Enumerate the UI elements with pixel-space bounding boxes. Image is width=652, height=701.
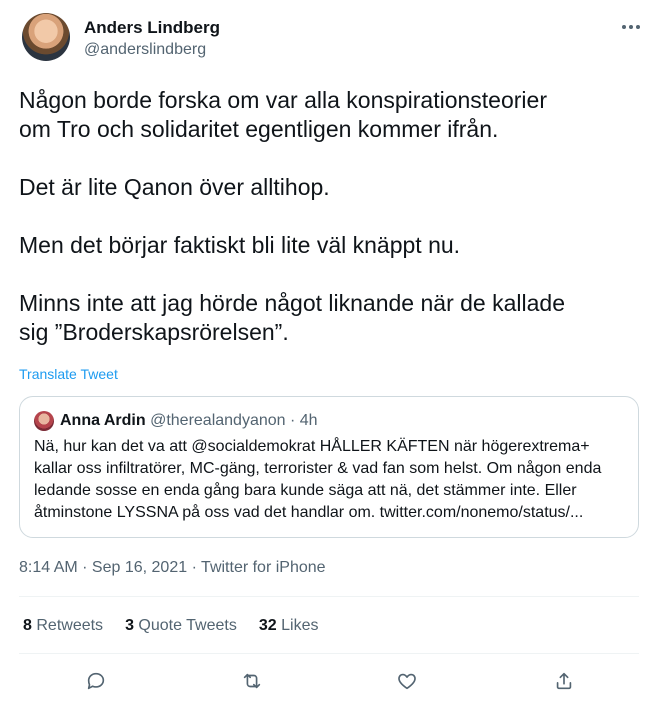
action-bar xyxy=(0,664,652,700)
engagement-stats: 8 Retweets 3 Quote Tweets 32 Likes xyxy=(23,617,318,635)
quoted-tweet[interactable]: Anna Ardin @therealandyanon · 4h Nä, hur… xyxy=(19,396,639,538)
reply-icon xyxy=(87,672,105,690)
quoted-text: Nä, hur kan det va att @socialdemokrat H… xyxy=(34,438,602,521)
quoted-author-handle[interactable]: @therealandyanon xyxy=(150,412,285,429)
divider xyxy=(19,596,639,597)
retweets-count: 8 xyxy=(23,617,32,634)
more-options-button[interactable] xyxy=(618,16,644,38)
retweets-label: Retweets xyxy=(36,617,104,634)
retweet-button[interactable] xyxy=(235,664,269,698)
like-button[interactable] xyxy=(390,664,424,698)
more-horizontal-icon xyxy=(622,25,640,29)
tweet-text: Någon borde forska om var alla konspirat… xyxy=(19,87,565,345)
likes-count: 32 xyxy=(258,617,277,634)
translate-tweet-link[interactable]: Translate Tweet xyxy=(19,366,118,382)
author-name[interactable]: Anders Lindberg xyxy=(84,18,220,38)
likes-label: Likes xyxy=(281,617,319,634)
quote-tweets-count: 3 xyxy=(125,617,134,634)
retweets-stat[interactable]: 8 Retweets xyxy=(23,617,103,635)
quoted-avatar[interactable] xyxy=(34,411,54,431)
quote-tweets-label: Quote Tweets xyxy=(138,617,237,634)
quoted-header: Anna Ardin @therealandyanon · 4h xyxy=(60,412,318,430)
likes-stat[interactable]: 32 Likes xyxy=(259,617,319,635)
share-button[interactable] xyxy=(547,664,581,698)
quoted-time[interactable]: 4h xyxy=(300,412,318,429)
like-icon xyxy=(398,673,416,690)
divider xyxy=(19,653,639,654)
tweet-timestamp[interactable]: 8:14 AM · Sep 16, 2021 · Twitter for iPh… xyxy=(19,559,326,577)
reply-button[interactable] xyxy=(79,664,113,698)
retweet-icon xyxy=(243,673,261,689)
quoted-separator: · xyxy=(289,412,296,429)
quote-tweets-stat[interactable]: 3 Quote Tweets xyxy=(125,617,237,635)
author-handle[interactable]: @anderslindberg xyxy=(84,41,206,59)
quoted-author-name[interactable]: Anna Ardin xyxy=(60,412,146,429)
tweet: Anders Lindberg @anderslindberg Någon bo… xyxy=(0,0,652,701)
share-icon xyxy=(556,672,572,690)
avatar[interactable] xyxy=(22,13,70,61)
